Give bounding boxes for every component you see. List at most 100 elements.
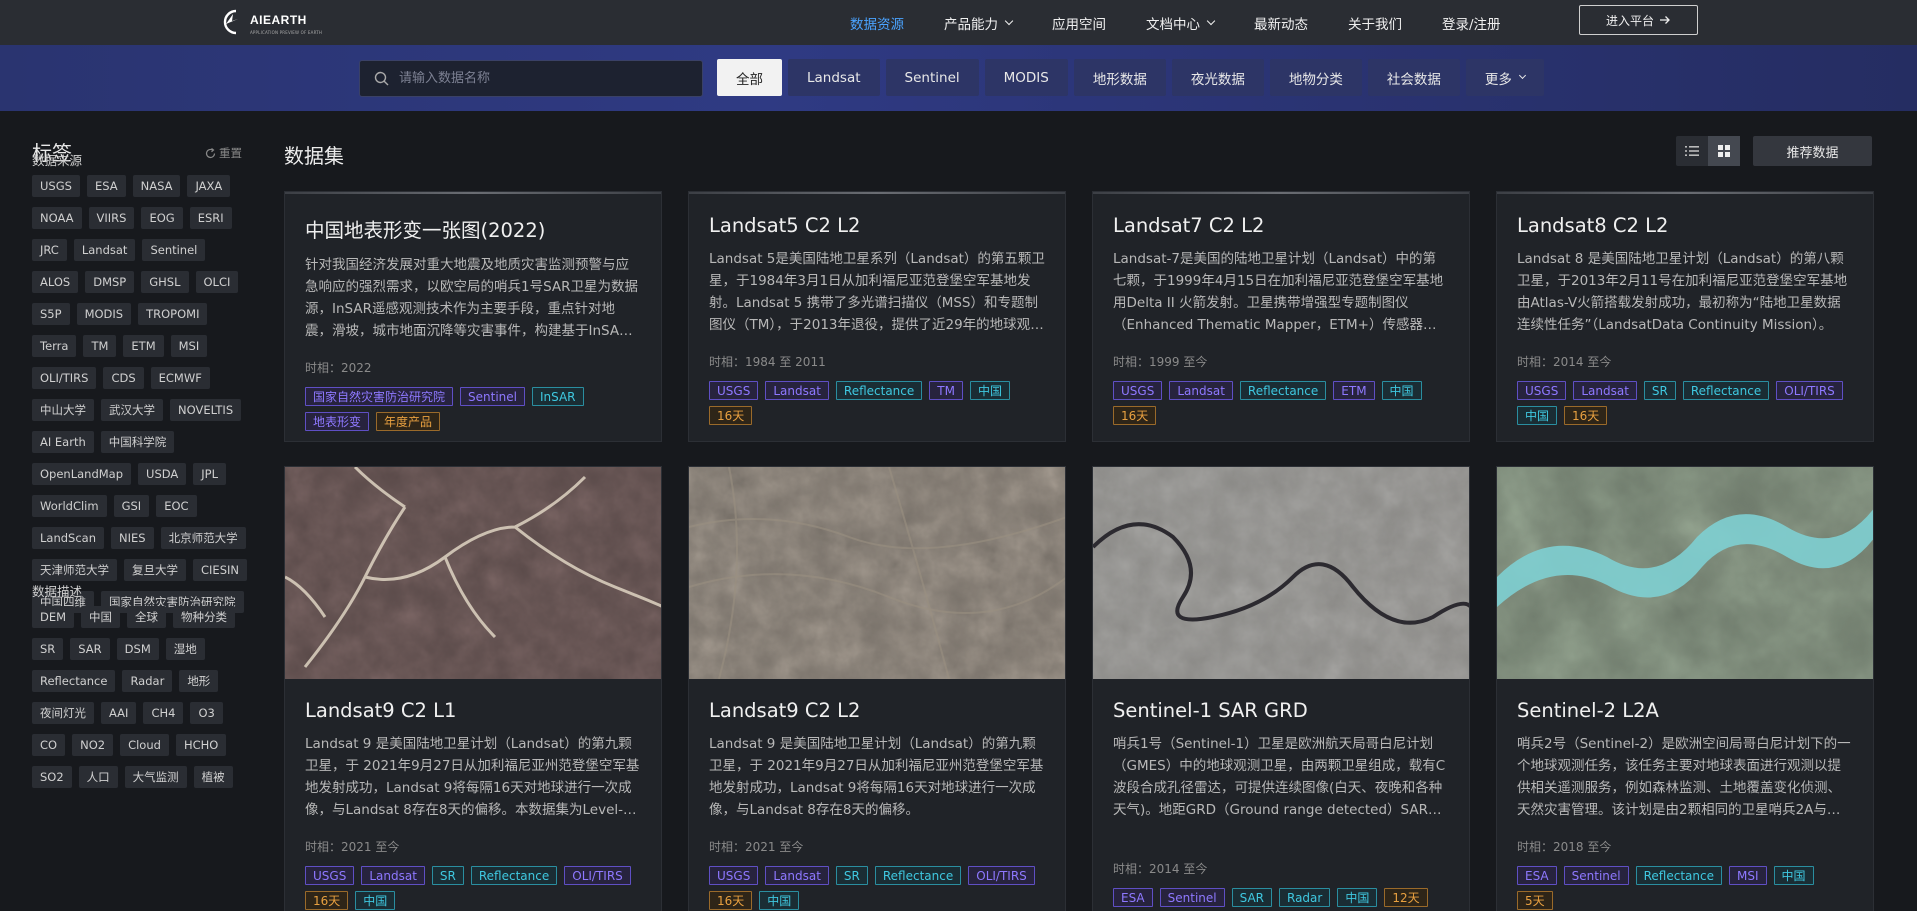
filter-tag[interactable]: CH4 bbox=[143, 702, 184, 724]
dataset-card[interactable]: 中国地表形变一张图(2022) 针对我国经济发展对重大地震及地质灾害监测预警与应急… bbox=[284, 191, 662, 442]
dataset-card[interactable]: Landsat7 C2 L2 Landsat-7是美国的陆地卫星计划（Landsa… bbox=[1092, 191, 1470, 442]
filter-tag[interactable]: USGS bbox=[32, 175, 80, 197]
nav-item[interactable]: 数据资源 bbox=[850, 13, 904, 33]
card-tag[interactable]: USGS bbox=[1517, 381, 1567, 400]
filter-tag[interactable]: NOVELTIS bbox=[170, 399, 242, 421]
filter-tag[interactable]: 全球 bbox=[127, 606, 167, 628]
card-tag[interactable]: Reflectance bbox=[874, 866, 962, 885]
filter-tag[interactable]: S5P bbox=[32, 303, 70, 325]
filter-tag[interactable]: JPL bbox=[193, 463, 227, 485]
filter-tag[interactable]: ESRI bbox=[189, 207, 232, 229]
card-tag[interactable]: SR bbox=[431, 866, 464, 885]
card-tag[interactable]: InSAR bbox=[531, 387, 584, 406]
filter-tag[interactable]: 天津师范大学 bbox=[32, 559, 117, 581]
filter-tag[interactable]: 大气监测 bbox=[124, 766, 187, 788]
filter-tag[interactable]: OpenLandMap bbox=[32, 463, 132, 485]
card-tag[interactable]: 中国 bbox=[355, 891, 396, 910]
card-tag[interactable]: 中国 bbox=[1337, 888, 1378, 907]
filter-tag[interactable]: JAXA bbox=[187, 175, 231, 197]
filter-tag[interactable]: EOC bbox=[156, 495, 197, 517]
filter-tag[interactable]: DMSP bbox=[85, 271, 135, 293]
card-tag[interactable]: 5天 bbox=[1517, 891, 1553, 910]
category-tab[interactable]: MODIS bbox=[984, 59, 1068, 96]
recommend-data-button[interactable]: 推荐数据 bbox=[1753, 136, 1872, 166]
filter-tag[interactable]: 物种分类 bbox=[173, 606, 236, 628]
search-input[interactable] bbox=[399, 71, 669, 86]
card-tag[interactable]: 中国 bbox=[969, 381, 1010, 400]
dataset-card[interactable]: Landsat8 C2 L2 Landsat 8 是美国陆地卫星计划（Landsa… bbox=[1496, 191, 1874, 442]
card-tag[interactable]: 16天 bbox=[709, 891, 753, 910]
filter-tag[interactable]: NOAA bbox=[32, 207, 82, 229]
filter-tag[interactable]: Cloud bbox=[120, 734, 169, 756]
category-tab[interactable]: 社会数据 bbox=[1367, 59, 1460, 96]
filter-tag[interactable]: O3 bbox=[190, 702, 223, 724]
card-tag[interactable]: 国家自然灾害防治研究院 bbox=[305, 387, 454, 406]
card-tag[interactable]: ESA bbox=[1113, 888, 1153, 907]
logo[interactable]: AIEARTH APPLICATION PREVIEW OF EARTH bbox=[220, 6, 322, 38]
filter-tag[interactable]: TM bbox=[83, 335, 117, 357]
filter-tag[interactable]: CDS bbox=[103, 367, 144, 389]
filter-tag[interactable]: WorldClim bbox=[32, 495, 107, 517]
filter-tag[interactable]: DEM bbox=[32, 606, 75, 628]
filter-tag[interactable]: 武汉大学 bbox=[101, 399, 163, 421]
card-tag[interactable]: Sentinel bbox=[460, 387, 525, 406]
card-tag[interactable]: ETM bbox=[1333, 381, 1375, 400]
filter-tag[interactable]: HCHO bbox=[175, 734, 227, 756]
card-tag[interactable]: ESA bbox=[1517, 866, 1557, 885]
card-tag[interactable]: Reflectance bbox=[1635, 866, 1722, 885]
filter-tag[interactable]: JRC bbox=[32, 239, 67, 261]
category-tab[interactable]: 更多 bbox=[1465, 59, 1544, 96]
card-tag[interactable]: OLI/TIRS bbox=[1776, 381, 1843, 400]
list-view-button[interactable] bbox=[1676, 136, 1708, 166]
card-tag[interactable]: Reflectance bbox=[835, 381, 923, 400]
card-tag[interactable]: 中国 bbox=[1517, 406, 1558, 425]
card-tag[interactable]: 16天 bbox=[709, 406, 753, 425]
filter-tag[interactable]: AAI bbox=[101, 702, 137, 724]
nav-item[interactable]: 关于我们 bbox=[1348, 13, 1402, 33]
nav-item[interactable]: 应用空间 bbox=[1052, 13, 1106, 33]
filter-tag[interactable]: CO bbox=[32, 734, 66, 756]
category-tab[interactable]: 地物分类 bbox=[1269, 59, 1362, 96]
filter-tag[interactable]: ESA bbox=[86, 175, 126, 197]
category-tab[interactable]: 夜光数据 bbox=[1171, 59, 1264, 96]
filter-tag[interactable]: 人口 bbox=[78, 766, 118, 788]
category-tab[interactable]: 全部 bbox=[717, 59, 782, 96]
filter-tag[interactable]: GSI bbox=[113, 495, 150, 517]
card-tag[interactable]: 16天 bbox=[305, 891, 349, 910]
filter-tag[interactable]: Sentinel bbox=[142, 239, 206, 261]
filter-tag[interactable]: Landsat bbox=[73, 239, 136, 261]
nav-item[interactable]: 登录/注册 bbox=[1442, 13, 1501, 33]
card-tag[interactable]: Landsat bbox=[1169, 381, 1233, 400]
filter-tag[interactable]: GHSL bbox=[141, 271, 189, 293]
filter-tag[interactable]: Terra bbox=[32, 335, 77, 357]
filter-tag[interactable]: VIIRS bbox=[88, 207, 135, 229]
filter-tag[interactable]: NO2 bbox=[72, 734, 114, 756]
filter-tag[interactable]: Radar bbox=[122, 670, 173, 692]
card-tag[interactable]: Landsat bbox=[765, 866, 829, 885]
dataset-card[interactable]: Sentinel-1 SAR GRD 哨兵1号（Sentinel-1）卫星是欧洲航… bbox=[1092, 466, 1470, 911]
nav-item[interactable]: 文档中心 bbox=[1146, 13, 1216, 33]
card-tag[interactable]: Landsat bbox=[361, 866, 425, 885]
filter-tag[interactable]: 北京师范大学 bbox=[160, 527, 246, 549]
filter-tag[interactable]: 复旦大学 bbox=[124, 559, 186, 581]
filter-tag[interactable]: Reflectance bbox=[32, 670, 116, 692]
dataset-card[interactable]: Landsat5 C2 L2 Landsat 5是美国陆地卫星系列（Landsat… bbox=[688, 191, 1066, 442]
reset-button[interactable]: 重置 bbox=[205, 145, 242, 161]
filter-tag[interactable]: DSM bbox=[116, 638, 159, 660]
card-tag[interactable]: Landsat bbox=[765, 381, 829, 400]
card-tag[interactable]: USGS bbox=[709, 866, 759, 885]
filter-tag[interactable]: NASA bbox=[132, 175, 181, 197]
filter-tag[interactable]: 中国科学院 bbox=[100, 431, 175, 453]
card-tag[interactable]: Landsat bbox=[1573, 381, 1637, 400]
card-tag[interactable]: 年度产品 bbox=[376, 412, 441, 431]
card-tag[interactable]: 地表形变 bbox=[305, 412, 370, 431]
card-tag[interactable]: Sentinel bbox=[1159, 888, 1225, 907]
card-tag[interactable]: 中国 bbox=[1381, 381, 1422, 400]
nav-item[interactable]: 产品能力 bbox=[944, 13, 1014, 33]
filter-tag[interactable]: TROPOMI bbox=[138, 303, 208, 325]
dataset-card[interactable]: Landsat9 C2 L2 Landsat 9 是美国陆地卫星计划（Landsa… bbox=[688, 466, 1066, 911]
filter-tag[interactable]: SR bbox=[32, 638, 64, 660]
filter-tag[interactable]: ETM bbox=[123, 335, 164, 357]
card-tag[interactable]: USGS bbox=[305, 866, 355, 885]
card-tag[interactable]: Sentinel bbox=[1563, 866, 1629, 885]
